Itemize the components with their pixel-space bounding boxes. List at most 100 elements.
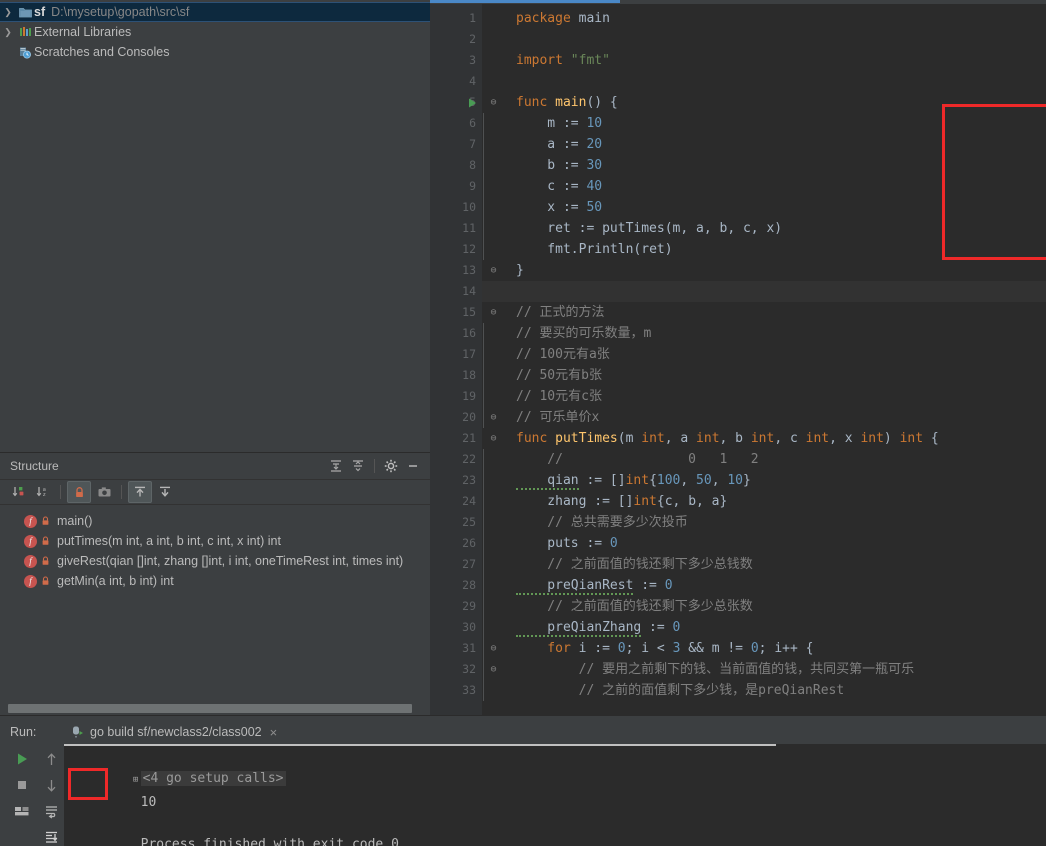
fold-toggle-icon[interactable]: ⊖ <box>488 302 499 323</box>
show-inherited-icon[interactable] <box>128 481 152 503</box>
run-tab[interactable]: go build sf/newclass2/class002 × <box>66 723 281 742</box>
code-token: , <box>680 473 697 488</box>
code-text: // 0 1 2 <box>516 449 758 470</box>
code-line[interactable] <box>482 29 1046 50</box>
structure-list[interactable]: f main() f putTimes(m int, a int, b int,… <box>0 505 430 591</box>
tree-item-external-libraries[interactable]: ❯ External Libraries <box>0 22 430 42</box>
code-line[interactable]: b := 30 <box>482 155 1046 176</box>
code-line[interactable]: // 要买的可乐数量，m <box>482 323 1046 344</box>
run-console[interactable]: ⊞ <4 go setup calls> 10 Process finished … <box>64 744 1046 846</box>
editor-gutter[interactable]: 1234567891011121314151617181920212223242… <box>430 4 482 715</box>
code-line[interactable]: // 总共需要多少次投币 <box>482 512 1046 533</box>
code-line[interactable]: ⊖ // 可乐单价x <box>482 407 1046 428</box>
arrow-down-icon[interactable] <box>38 772 64 798</box>
list-item-label: main() <box>57 514 93 528</box>
code-line[interactable]: // 10元有c张 <box>482 386 1046 407</box>
fold-toggle-icon[interactable]: ⊖ <box>488 659 499 680</box>
code-line[interactable]: fmt.Println(ret) <box>482 239 1046 260</box>
fold-toggle-icon[interactable]: ⊖ <box>488 638 499 659</box>
chevron-right-icon[interactable]: ❯ <box>0 7 16 17</box>
fold-toggle-icon[interactable]: ⊖ <box>488 260 499 281</box>
code-line[interactable]: ⊖ for i := 0; i < 3 && m != 0; i++ { <box>482 638 1046 659</box>
line-number: 21 <box>462 431 476 445</box>
code-line[interactable]: ⊖} <box>482 260 1046 281</box>
structure-horizontal-scrollbar[interactable] <box>8 704 416 713</box>
sort-by-visibility-icon[interactable] <box>8 482 30 502</box>
code-line[interactable]: zhang := []int{c, b, a} <box>482 491 1046 512</box>
structure-toolbar: a z <box>0 480 430 505</box>
code-line[interactable]: // 100元有a张 <box>482 344 1046 365</box>
sort-alphabetically-icon[interactable]: a z <box>32 482 54 502</box>
indent-guide <box>483 491 484 512</box>
code-line[interactable]: ⊖ // 要用之前剩下的钱、当前面值的钱，共同买第一瓶可乐 <box>482 659 1046 680</box>
code-line[interactable]: ⊖ // 正式的方法 <box>482 302 1046 323</box>
fold-toggle-icon[interactable]: ⊖ <box>488 428 499 449</box>
show-non-public-icon[interactable] <box>67 481 91 503</box>
arrow-up-icon[interactable] <box>38 746 64 772</box>
console-top-divider <box>64 744 776 746</box>
soft-wrap-icon[interactable] <box>38 798 64 824</box>
show-anonymous-icon[interactable] <box>154 482 176 502</box>
code-token: , x <box>829 431 861 446</box>
code-line[interactable]: preQianZhang := 0 <box>482 617 1046 638</box>
fold-toggle-icon[interactable]: ⊖ <box>488 92 499 113</box>
list-item[interactable]: f main() <box>0 511 430 531</box>
list-item[interactable]: f putTimes(m int, a int, b int, c int, x… <box>0 531 430 551</box>
run-tool-window: Run: go build sf/newclass2/class002 × ⊞ … <box>0 715 1046 846</box>
code-text: // 可乐单价x <box>516 407 599 428</box>
scroll-to-end-icon[interactable] <box>38 824 64 846</box>
collapse-all-icon[interactable] <box>347 455 369 477</box>
code-line[interactable]: // 之前的面值剩下多少钱，是preQianRest <box>482 680 1046 701</box>
code-line[interactable]: ⊖ func main() { <box>482 92 1046 113</box>
expand-all-icon[interactable] <box>325 455 347 477</box>
stop-icon[interactable] <box>6 772 38 798</box>
tree-item-sf[interactable]: ❯ sf D:\mysetup\gopath\src\sf <box>0 2 430 22</box>
project-tree[interactable]: ❯ sf D:\mysetup\gopath\src\sf ❯ External… <box>0 0 430 452</box>
close-icon[interactable]: × <box>270 725 278 740</box>
list-item[interactable]: f getMin(a int, b int) int <box>0 571 430 591</box>
console-setup-line[interactable]: ⊞ <4 go setup calls> <box>68 747 286 786</box>
code-line[interactable] <box>482 281 1046 302</box>
code-editor[interactable]: 1234567891011121314151617181920212223242… <box>430 0 1046 715</box>
code-token: } <box>743 473 751 488</box>
code-line[interactable]: // 之前面值的钱还剩下多少总张数 <box>482 596 1046 617</box>
run-gutter-icon[interactable] <box>468 92 480 113</box>
code-line[interactable]: // 50元有b张 <box>482 365 1046 386</box>
run-tab-title: go build sf/newclass2/class002 <box>90 725 262 739</box>
code-token: int <box>633 494 657 509</box>
code-token: // 50元有b张 <box>516 368 602 383</box>
code-line[interactable]: // 之前面值的钱还剩下多少总钱数 <box>482 554 1046 575</box>
code-line[interactable]: c := 40 <box>482 176 1046 197</box>
code-line[interactable]: qian := []int{100, 50, 10} <box>482 470 1046 491</box>
svg-text:z: z <box>42 492 45 498</box>
lock-icon <box>37 516 53 526</box>
code-line[interactable]: ret := putTimes(m, a, b, c, x) <box>482 218 1046 239</box>
indent-guide <box>483 365 484 386</box>
tree-spacer: ❯ <box>0 48 16 57</box>
code-token: 0 <box>750 641 759 656</box>
show-fields-icon[interactable] <box>93 482 115 502</box>
chevron-right-icon[interactable]: ❯ <box>0 27 16 37</box>
layout-icon[interactable] <box>6 798 38 824</box>
code-line[interactable]: preQianRest := 0 <box>482 575 1046 596</box>
code-token: := [] <box>578 473 626 488</box>
fold-toggle-icon[interactable]: ⊖ <box>488 407 499 428</box>
code-line[interactable]: // 0 1 2 <box>482 449 1046 470</box>
list-item[interactable]: f giveRest(qian []int, zhang []int, i in… <box>0 551 430 571</box>
run-icon[interactable] <box>6 746 38 772</box>
code-line[interactable]: a := 20 <box>482 134 1046 155</box>
code-line[interactable]: ⊖ func putTimes(m int, a int, b int, c in… <box>482 428 1046 449</box>
code-line[interactable]: import "fmt" <box>482 50 1046 71</box>
code-token: 10 <box>586 116 603 131</box>
code-line[interactable]: x := 50 <box>482 197 1046 218</box>
gear-icon[interactable] <box>380 455 402 477</box>
code-line[interactable]: puts := 0 <box>482 533 1046 554</box>
code-line[interactable] <box>482 71 1046 92</box>
code-line[interactable]: package main <box>482 8 1046 29</box>
code-token: int <box>805 431 830 446</box>
code-line[interactable]: m := 10 <box>482 113 1046 134</box>
tree-item-scratches[interactable]: ❯ Scratches and Consoles <box>0 42 430 62</box>
hide-icon[interactable] <box>402 455 424 477</box>
editor-code-area[interactable]: package main import "fmt" ⊖ func main() { m… <box>482 4 1046 715</box>
scrollbar-thumb[interactable] <box>8 704 412 713</box>
